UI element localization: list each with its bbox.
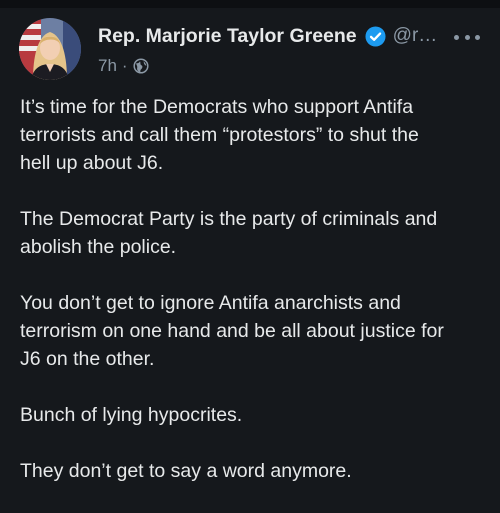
more-options-icon[interactable] bbox=[454, 32, 480, 42]
post-line: They don’t get to say a word anymore. bbox=[20, 460, 352, 482]
post-line: Bunch of lying hypocrites. bbox=[20, 404, 243, 426]
avatar[interactable] bbox=[19, 18, 81, 80]
top-strip bbox=[0, 0, 500, 8]
post-line: hell up about J6. bbox=[20, 152, 164, 174]
more-dot bbox=[454, 34, 459, 40]
post-line: abolish the police. bbox=[20, 236, 177, 258]
post-line: terrorism on one hand and be all about j… bbox=[20, 320, 444, 342]
post-line: J6 on the other. bbox=[20, 348, 155, 370]
post-line: You don’t get to ignore Antifa anarchist… bbox=[20, 292, 401, 314]
post-paragraph: You don’t get to ignore Antifa anarchist… bbox=[20, 289, 488, 373]
more-dot bbox=[464, 34, 470, 40]
globe-icon bbox=[133, 58, 149, 74]
post-meta: 7h · bbox=[98, 55, 149, 77]
post-paragraph: It’s time for the Democrats who support … bbox=[20, 93, 488, 177]
post-card: Rep. Marjorie Taylor Greene @r… 7h · It’… bbox=[0, 8, 500, 489]
post-paragraph: The Democrat Party is the party of crimi… bbox=[20, 205, 488, 261]
post-body: It’s time for the Democrats who support … bbox=[20, 93, 488, 513]
post-line: The Democrat Party is the party of crimi… bbox=[20, 208, 438, 230]
post-line: terrorists and call them “protestors” to… bbox=[20, 124, 419, 146]
post-line: It’s time for the Democrats who support … bbox=[20, 96, 414, 118]
post-time[interactable]: 7h bbox=[98, 56, 117, 76]
more-dot bbox=[475, 34, 480, 40]
meta-separator: · bbox=[121, 56, 128, 75]
verified-badge-icon bbox=[365, 25, 386, 47]
author-handle[interactable]: @r… bbox=[393, 25, 438, 47]
author-name[interactable]: Rep. Marjorie Taylor Greene bbox=[98, 25, 357, 48]
post-paragraph: Bunch of lying hypocrites. bbox=[20, 401, 488, 429]
post-paragraph: They don’t get to say a word anymore. bbox=[20, 457, 488, 485]
author-row: Rep. Marjorie Taylor Greene @r… bbox=[98, 22, 437, 50]
